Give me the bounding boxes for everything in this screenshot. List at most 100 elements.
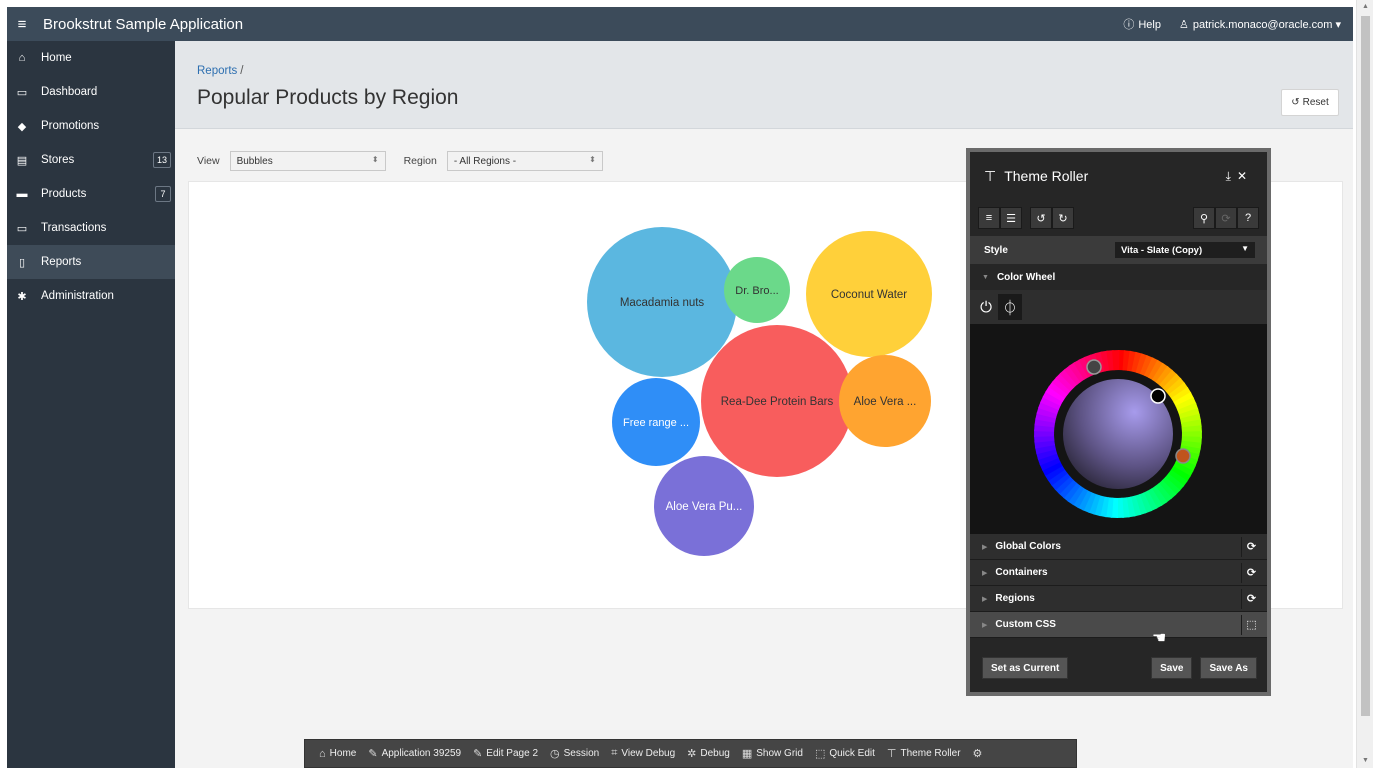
- save-as-button[interactable]: Save As: [1200, 657, 1257, 679]
- paint-roller-icon: ⊤: [886, 748, 897, 760]
- file-icon: ▯: [18, 256, 26, 269]
- section-color-wheel[interactable]: ▼ Color Wheel: [970, 264, 1267, 290]
- gear-icon: ✱: [17, 290, 27, 303]
- style-label: Style: [984, 244, 1008, 256]
- theme-roller-toolbar: ≡ ☰ ↺ ↻ ⚲ ⟳ ?: [970, 200, 1267, 236]
- refresh-icon[interactable]: ⟳: [1241, 589, 1261, 609]
- app-title[interactable]: Brookstrut Sample Application: [43, 16, 243, 33]
- reset-theme-button[interactable]: ⟳: [1215, 207, 1237, 229]
- help-link[interactable]: ⓘ Help: [1123, 16, 1161, 32]
- dev-quick-edit-button[interactable]: ⬚ Quick Edit: [809, 747, 881, 760]
- hamburger-menu-icon[interactable]: ≡: [7, 16, 37, 33]
- search-button[interactable]: ⚲: [1193, 207, 1215, 229]
- user-menu[interactable]: ♙ patrick.monaco@oracle.com ▾: [1179, 18, 1341, 31]
- dev-label: Theme Roller: [900, 748, 961, 759]
- region-select-value: - All Regions -: [453, 155, 517, 167]
- products-count-badge: 7: [155, 186, 171, 202]
- collapse-triangle-icon: ▼: [982, 273, 989, 281]
- view-select[interactable]: Bubbles ⬍: [229, 151, 386, 171]
- refresh-icon[interactable]: ⟳: [1241, 537, 1261, 557]
- region-select[interactable]: - All Regions - ⬍: [446, 151, 603, 171]
- set-as-current-button[interactable]: Set as Current: [982, 657, 1069, 679]
- dev-application-button[interactable]: ✎ Application 39259: [362, 747, 467, 760]
- select-caret-icon: ⬍: [589, 155, 596, 164]
- dev-debug-button[interactable]: ✲ Debug: [681, 747, 736, 760]
- undo-button[interactable]: ↺: [1030, 207, 1052, 229]
- dock-icon[interactable]: ⤓: [1226, 169, 1237, 183]
- dev-show-grid-button[interactable]: ▦ Show Grid: [736, 747, 809, 760]
- redo-button[interactable]: ↻: [1052, 207, 1074, 229]
- sidebar-item-transactions[interactable]: ▭ Transactions: [7, 211, 175, 245]
- dev-session-button[interactable]: ◷ Session: [544, 747, 605, 760]
- dev-edit-page-button[interactable]: ✎ Edit Page 2: [467, 747, 544, 760]
- color-wheel-area[interactable]: [970, 324, 1267, 534]
- help-button[interactable]: ?: [1237, 207, 1259, 229]
- style-row: Style Vita - Slate (Copy) ▼: [970, 236, 1267, 264]
- monochrome-mode-button[interactable]: ⏻: [974, 294, 998, 320]
- expand-triangle-icon: ▶: [982, 621, 988, 629]
- sidebar-item-label: Home: [41, 52, 72, 64]
- close-icon[interactable]: ✕: [1237, 169, 1253, 183]
- scroll-up-icon[interactable]: ▲: [1357, 0, 1373, 14]
- stores-count-badge: 13: [152, 152, 171, 168]
- complementary-mode-button[interactable]: ⏀: [998, 294, 1022, 320]
- expanded-view-button[interactable]: ☰: [1000, 207, 1022, 229]
- home-icon: ⌂: [319, 747, 326, 760]
- sidebar-item-promotions[interactable]: ◆ Promotions: [7, 109, 175, 143]
- section-label: Color Wheel: [996, 271, 1056, 283]
- color-wheel[interactable]: [970, 324, 1267, 534]
- sidebar-item-administration[interactable]: ✱ Administration: [7, 279, 175, 313]
- sidebar-item-products[interactable]: ▬ Products 7: [7, 177, 175, 211]
- dev-label: Quick Edit: [829, 748, 875, 759]
- sidebar-item-dashboard[interactable]: ▭ Dashboard: [7, 75, 175, 109]
- section-containers[interactable]: ▶ Containers ⟳: [970, 560, 1267, 586]
- theme-roller-header[interactable]: ⊤ Theme Roller ⤓✕: [970, 152, 1267, 200]
- undo-icon: ↺: [1291, 97, 1300, 108]
- open-editor-icon[interactable]: ⬚: [1241, 615, 1261, 635]
- hue-handle-blue[interactable]: [1086, 359, 1102, 375]
- sidebar-item-stores[interactable]: ▤ Stores 13: [7, 143, 175, 177]
- breadcrumb-reports-link[interactable]: Reports: [197, 65, 237, 77]
- breadcrumb-separator: /: [240, 65, 244, 77]
- sidebar-item-label: Products: [41, 188, 87, 200]
- bubble-label-5: Free range ...: [623, 417, 689, 429]
- simple-view-button[interactable]: ≡: [978, 207, 1000, 229]
- section-custom-css[interactable]: ▶ Custom CSS ⬚: [970, 612, 1267, 638]
- theme-roller-title: Theme Roller: [1004, 168, 1089, 184]
- user-icon: ♙: [1178, 18, 1189, 31]
- dev-theme-roller-button[interactable]: ⊤ Theme Roller: [881, 747, 967, 760]
- view-select-value: Bubbles: [236, 155, 273, 167]
- refresh-icon[interactable]: ⟳: [1241, 563, 1261, 583]
- section-label: Global Colors: [995, 541, 1061, 552]
- paint-roller-icon: ⊤: [984, 167, 997, 184]
- style-select[interactable]: Vita - Slate (Copy) ▼: [1115, 242, 1255, 258]
- hue-handle-orange[interactable]: [1175, 448, 1191, 464]
- browser-scrollbar[interactable]: ▲ ▼: [1356, 0, 1373, 768]
- dev-label: Application 39259: [381, 748, 462, 759]
- expand-triangle-icon: ▶: [982, 543, 988, 551]
- refresh-icon: ⟳: [1221, 212, 1231, 225]
- save-button[interactable]: Save: [1151, 657, 1193, 679]
- wheel-mode-toggle: ⏻ ⏀: [970, 290, 1267, 324]
- sidebar-item-reports[interactable]: ▯ Reports: [7, 245, 175, 279]
- scroll-down-icon[interactable]: ▼: [1357, 754, 1373, 768]
- edit-icon: ✎: [473, 748, 483, 760]
- dev-home-button[interactable]: ⌂ Home: [313, 748, 362, 760]
- help-icon: ?: [1244, 212, 1252, 224]
- sidebar-item-home[interactable]: ⌂ Home: [7, 41, 175, 75]
- scroll-thumb[interactable]: [1361, 16, 1370, 716]
- theme-roller-footer: Set as Current Save Save As: [970, 644, 1267, 692]
- shade-handle[interactable]: [1150, 388, 1166, 404]
- complementary-icon: ⏀: [1002, 299, 1018, 317]
- expand-triangle-icon: ▶: [982, 569, 988, 577]
- section-regions[interactable]: ▶ Regions ⟳: [970, 586, 1267, 612]
- dev-label: Show Grid: [756, 748, 803, 759]
- app-header: ≡ Brookstrut Sample Application ⓘ Help ♙ p…: [7, 7, 1353, 41]
- reset-button[interactable]: ↺ Reset: [1281, 89, 1339, 116]
- dev-settings-button[interactable]: ⚙: [967, 747, 993, 760]
- bubble-label-2: Coconut Water: [831, 289, 907, 301]
- dev-view-debug-button[interactable]: ⌗ View Debug: [605, 747, 681, 760]
- select-caret-icon: ⬍: [371, 155, 379, 164]
- filter-bar: View Bubbles ⬍ Region - All Regions - ⬍: [197, 151, 603, 171]
- section-global-colors[interactable]: ▶ Global Colors ⟳: [970, 534, 1267, 560]
